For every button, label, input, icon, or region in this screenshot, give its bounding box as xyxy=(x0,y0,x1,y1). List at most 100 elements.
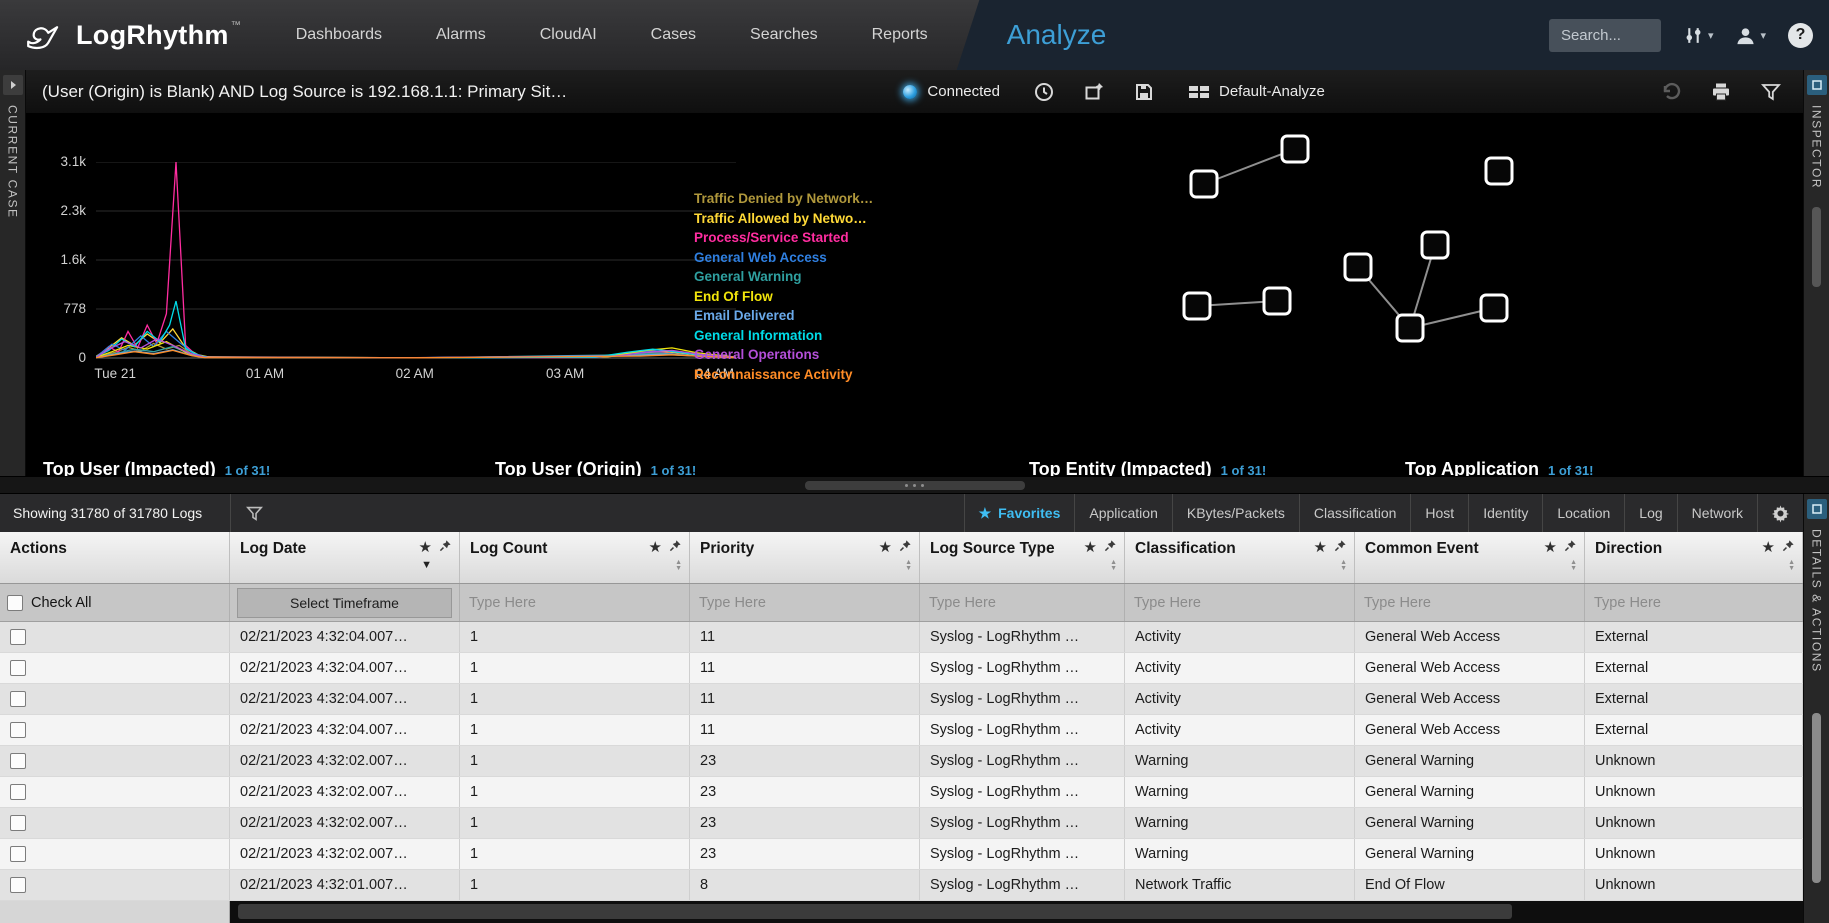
save-search-button[interactable] xyxy=(1134,82,1154,102)
tab-analyze[interactable]: Analyze xyxy=(1007,19,1107,51)
column-favorite-star-icon[interactable]: ★ xyxy=(1544,541,1557,555)
table-row[interactable]: 02/21/2023 4:32:04.007…111Syslog - LogRh… xyxy=(0,622,1803,653)
grid-tab-identity[interactable]: Identity xyxy=(1468,494,1542,532)
column-header-log-count[interactable]: Log Count★▲▼ xyxy=(460,532,690,583)
filter-input-log-count[interactable] xyxy=(467,594,682,612)
column-favorite-star-icon[interactable]: ★ xyxy=(649,541,662,555)
table-row[interactable]: 02/21/2023 4:32:04.007…111Syslog - LogRh… xyxy=(0,653,1803,684)
inspector-scrollbar-thumb[interactable] xyxy=(1812,207,1821,287)
logrhythm-logo[interactable]: LogRhythm™ xyxy=(0,0,269,70)
column-pin-icon[interactable] xyxy=(669,539,682,557)
graph-node[interactable] xyxy=(1486,158,1512,184)
row-checkbox[interactable] xyxy=(10,660,26,676)
nav-item-cloudai[interactable]: CloudAI xyxy=(513,0,624,70)
column-pin-icon[interactable] xyxy=(1334,539,1347,557)
column-favorite-star-icon[interactable]: ★ xyxy=(1314,541,1327,555)
layout-selector[interactable]: Default-Analyze xyxy=(1188,83,1325,101)
user-menu-button[interactable]: ▾ xyxy=(1735,25,1766,46)
legend-item[interactable]: General Operations xyxy=(694,346,873,364)
row-checkbox[interactable] xyxy=(10,846,26,862)
grid-tab-host[interactable]: Host xyxy=(1410,494,1468,532)
sort-toggle-icon[interactable]: ▲▼ xyxy=(905,560,912,572)
table-row[interactable]: 02/21/2023 4:32:02.007…123Syslog - LogRh… xyxy=(0,746,1803,777)
column-pin-icon[interactable] xyxy=(1564,539,1577,557)
grid-tab-application[interactable]: Application xyxy=(1074,494,1172,532)
column-header-direction[interactable]: Direction★▲▼ xyxy=(1585,532,1803,583)
legend-item[interactable]: Traffic Allowed by Netwo… xyxy=(694,210,873,228)
details-actions-tab[interactable]: DETAILS & ACTIONS xyxy=(1810,529,1824,673)
table-row[interactable]: 02/21/2023 4:32:02.007…123Syslog - LogRh… xyxy=(0,777,1803,808)
column-header-log-source-type[interactable]: Log Source Type★▲▼ xyxy=(920,532,1125,583)
inspector-tab[interactable]: INSPECTOR xyxy=(1810,105,1824,189)
grid-settings-button[interactable] xyxy=(1757,494,1803,532)
current-case-expand-button[interactable] xyxy=(3,75,23,95)
graph-node[interactable] xyxy=(1191,171,1217,197)
column-favorite-star-icon[interactable]: ★ xyxy=(419,541,432,555)
inspector-expand-button[interactable] xyxy=(1807,75,1827,95)
legend-item[interactable]: General Web Access xyxy=(694,249,873,267)
sort-toggle-icon[interactable]: ▲▼ xyxy=(1110,560,1117,572)
sort-toggle-icon[interactable]: ▲▼ xyxy=(1340,560,1347,572)
legend-item[interactable]: Traffic Denied by Network… xyxy=(694,190,873,208)
nav-item-searches[interactable]: Searches xyxy=(723,0,845,70)
sort-toggle-icon[interactable]: ▲▼ xyxy=(1788,560,1795,572)
column-header-log-date[interactable]: Log Date★▼ xyxy=(230,532,460,583)
details-actions-expand-button[interactable] xyxy=(1807,499,1827,519)
column-favorite-star-icon[interactable]: ★ xyxy=(879,541,892,555)
row-checkbox[interactable] xyxy=(10,877,26,893)
row-checkbox[interactable] xyxy=(10,815,26,831)
legend-item[interactable]: General Warning xyxy=(694,268,873,286)
table-row[interactable]: 02/21/2023 4:32:02.007…123Syslog - LogRh… xyxy=(0,839,1803,870)
nav-item-alarms[interactable]: Alarms xyxy=(409,0,513,70)
graph-node[interactable] xyxy=(1282,136,1308,162)
legend-item[interactable]: Process/Service Started xyxy=(694,229,873,247)
table-row[interactable]: 02/21/2023 4:32:01.007…18Syslog - LogRhy… xyxy=(0,870,1803,901)
column-pin-icon[interactable] xyxy=(899,539,912,557)
print-button[interactable] xyxy=(1711,82,1731,102)
graph-node[interactable] xyxy=(1264,288,1290,314)
horizontal-scrollbar[interactable] xyxy=(230,901,1803,923)
column-header-priority[interactable]: Priority★▲▼ xyxy=(690,532,920,583)
row-checkbox[interactable] xyxy=(10,722,26,738)
graph-node[interactable] xyxy=(1422,232,1448,258)
display-options-button[interactable]: ▾ xyxy=(1683,25,1714,46)
pin-search-button[interactable] xyxy=(1084,82,1104,102)
graph-node[interactable] xyxy=(1345,254,1371,280)
grid-tab-network[interactable]: Network xyxy=(1677,494,1757,532)
legend-item[interactable]: General Information xyxy=(694,327,873,345)
column-pin-icon[interactable] xyxy=(1782,539,1795,557)
check-all-checkbox[interactable] xyxy=(7,595,23,611)
legend-item[interactable]: End Of Flow xyxy=(694,288,873,306)
filter-input-log-source-type[interactable] xyxy=(927,594,1117,612)
filter-input-priority[interactable] xyxy=(697,594,912,612)
filter-input-direction[interactable] xyxy=(1592,594,1795,612)
column-favorite-star-icon[interactable]: ★ xyxy=(1762,541,1775,555)
table-row[interactable]: 02/21/2023 4:32:04.007…111Syslog - LogRh… xyxy=(0,684,1803,715)
undo-button[interactable] xyxy=(1661,82,1681,102)
nav-item-dashboards[interactable]: Dashboards xyxy=(269,0,409,70)
grid-tab-kbytes-packets[interactable]: KBytes/Packets xyxy=(1172,494,1299,532)
graph-node[interactable] xyxy=(1397,315,1423,341)
grid-tab-classification[interactable]: Classification xyxy=(1299,494,1410,532)
column-pin-icon[interactable] xyxy=(439,539,452,557)
row-checkbox[interactable] xyxy=(10,784,26,800)
row-checkbox[interactable] xyxy=(10,691,26,707)
help-button[interactable]: ? xyxy=(1788,23,1813,48)
graph-node[interactable] xyxy=(1184,293,1210,319)
row-checkbox[interactable] xyxy=(10,753,26,769)
legend-item[interactable]: Reconnaissance Activity xyxy=(694,366,873,384)
nav-item-reports[interactable]: Reports xyxy=(845,0,955,70)
column-header-classification[interactable]: Classification★▲▼ xyxy=(1125,532,1355,583)
filter-input-classification[interactable] xyxy=(1132,594,1347,612)
filter-input-common-event[interactable] xyxy=(1362,594,1577,612)
horizontal-scrollbar-thumb[interactable] xyxy=(238,904,1512,919)
current-case-tab[interactable]: CURRENT CASE xyxy=(6,105,20,219)
column-header-actions[interactable]: Actions xyxy=(0,532,230,583)
graph-node[interactable] xyxy=(1481,295,1507,321)
filter-button[interactable] xyxy=(1761,82,1781,102)
sort-toggle-icon[interactable]: ▲▼ xyxy=(1570,560,1577,572)
time-range-button[interactable] xyxy=(1034,82,1054,102)
splitter-handle[interactable] xyxy=(805,481,1025,490)
column-favorite-star-icon[interactable]: ★ xyxy=(1084,541,1097,555)
grid-tab-favorites[interactable]: ★Favorites xyxy=(964,494,1075,532)
